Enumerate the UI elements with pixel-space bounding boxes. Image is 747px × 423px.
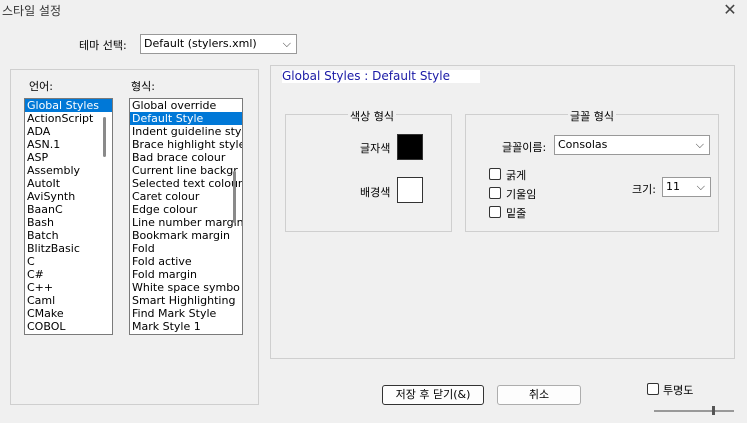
- style-list-item[interactable]: Current line backgr: [130, 164, 242, 177]
- italic-checkbox[interactable]: [489, 187, 501, 199]
- language-list-item[interactable]: C++: [25, 281, 112, 294]
- language-list-item[interactable]: ASP: [25, 151, 112, 164]
- style-list-item[interactable]: Default Style: [130, 112, 242, 125]
- italic-label: 기울임: [506, 188, 537, 201]
- title-bar: 스타일 설정 ✕: [0, 0, 747, 22]
- style-label: 형식:: [131, 80, 155, 93]
- style-list-item[interactable]: Caret colour: [130, 190, 242, 203]
- language-list-item[interactable]: Caml: [25, 294, 112, 307]
- bold-checkbox[interactable]: [489, 168, 501, 180]
- language-list[interactable]: Global Styles ActionScript ADA ASN.1 ASP Asse…: [24, 98, 113, 335]
- style-list-item[interactable]: Smart Highlighting: [130, 294, 242, 307]
- fg-color-swatch[interactable]: [397, 134, 423, 160]
- language-list-item[interactable]: Bash: [25, 216, 112, 229]
- language-list-item[interactable]: BaanC: [25, 203, 112, 216]
- language-list-item[interactable]: ASN.1: [25, 138, 112, 151]
- color-group-title: 색상 형식: [348, 108, 396, 124]
- transparency-checkbox[interactable]: [647, 383, 659, 395]
- style-scrollbar[interactable]: [233, 171, 236, 223]
- style-list-item[interactable]: Mark Style 1: [130, 320, 242, 333]
- style-list[interactable]: Global override Default Style Indent guide…: [129, 98, 243, 335]
- theme-label: 테마 선택:: [79, 39, 127, 52]
- style-list-item[interactable]: Fold margin: [130, 268, 242, 281]
- style-list-item[interactable]: Find Mark Style: [130, 307, 242, 320]
- underline-label: 밑줄: [506, 207, 527, 220]
- style-list-item[interactable]: Indent guideline sty: [130, 125, 242, 138]
- style-list-item[interactable]: Fold: [130, 242, 242, 255]
- style-list-item[interactable]: Line number margin: [130, 216, 242, 229]
- theme-select-value: Default (stylers.xml): [144, 37, 257, 50]
- style-list-item[interactable]: White space symbo: [130, 281, 242, 294]
- fg-color-label: 글자색: [360, 142, 391, 155]
- bg-color-label: 배경색: [360, 186, 391, 199]
- font-size-select[interactable]: 11 ⌵: [662, 177, 711, 197]
- language-list-item[interactable]: C: [25, 255, 112, 268]
- style-list-item[interactable]: Selected text colour: [130, 177, 242, 190]
- language-list-item[interactable]: COBOL: [25, 320, 112, 333]
- style-list-item[interactable]: Fold active: [130, 255, 242, 268]
- language-list-item[interactable]: ActionScript: [25, 112, 112, 125]
- language-list-item[interactable]: CMake: [25, 307, 112, 320]
- style-list-item[interactable]: Global override: [130, 99, 242, 112]
- language-list-item[interactable]: C#: [25, 268, 112, 281]
- font-size-label: 크기:: [632, 183, 656, 196]
- language-list-item[interactable]: ADA: [25, 125, 112, 138]
- style-list-item[interactable]: Bad brace colour: [130, 151, 242, 164]
- font-size-value: 11: [666, 180, 680, 193]
- style-list-item[interactable]: Bookmark margin: [130, 229, 242, 242]
- cancel-button[interactable]: 취소: [497, 385, 581, 405]
- chevron-down-icon: ⌵: [695, 138, 704, 151]
- style-list-item[interactable]: Edge colour: [130, 203, 242, 216]
- language-list-item[interactable]: Assembly: [25, 164, 112, 177]
- chevron-down-icon: ⌵: [282, 37, 291, 50]
- save-close-button[interactable]: 저장 후 닫기(&): [382, 385, 484, 405]
- font-name-label: 글꼴이름:: [502, 141, 547, 154]
- font-name-select[interactable]: Consolas ⌵: [554, 135, 710, 155]
- font-group: [465, 114, 719, 232]
- font-group-title: 글꼴 형식: [568, 108, 616, 124]
- language-label: 언어:: [29, 80, 53, 93]
- close-icon[interactable]: ✕: [721, 0, 739, 19]
- bold-label: 굵게: [506, 169, 527, 182]
- language-list-item[interactable]: AutoIt: [25, 177, 112, 190]
- language-list-item[interactable]: Global Styles: [25, 99, 112, 112]
- language-scrollbar[interactable]: [103, 117, 106, 157]
- transparency-slider-track: [654, 410, 734, 412]
- style-list-item[interactable]: Brace highlight style: [130, 138, 242, 151]
- transparency-label: 투명도: [663, 384, 694, 397]
- panel-header: Global Styles : Default Style: [282, 70, 480, 83]
- bg-color-swatch[interactable]: [397, 177, 423, 203]
- language-list-item[interactable]: BlitzBasic: [25, 242, 112, 255]
- language-list-item[interactable]: Batch: [25, 229, 112, 242]
- window-title: 스타일 설정: [2, 4, 62, 18]
- underline-checkbox[interactable]: [489, 206, 501, 218]
- color-group: [285, 114, 452, 232]
- language-list-item[interactable]: AviSynth: [25, 190, 112, 203]
- transparency-slider-thumb[interactable]: [712, 406, 715, 415]
- font-name-value: Consolas: [558, 138, 608, 151]
- chevron-down-icon: ⌵: [696, 180, 705, 193]
- theme-select[interactable]: Default (stylers.xml) ⌵: [140, 34, 297, 54]
